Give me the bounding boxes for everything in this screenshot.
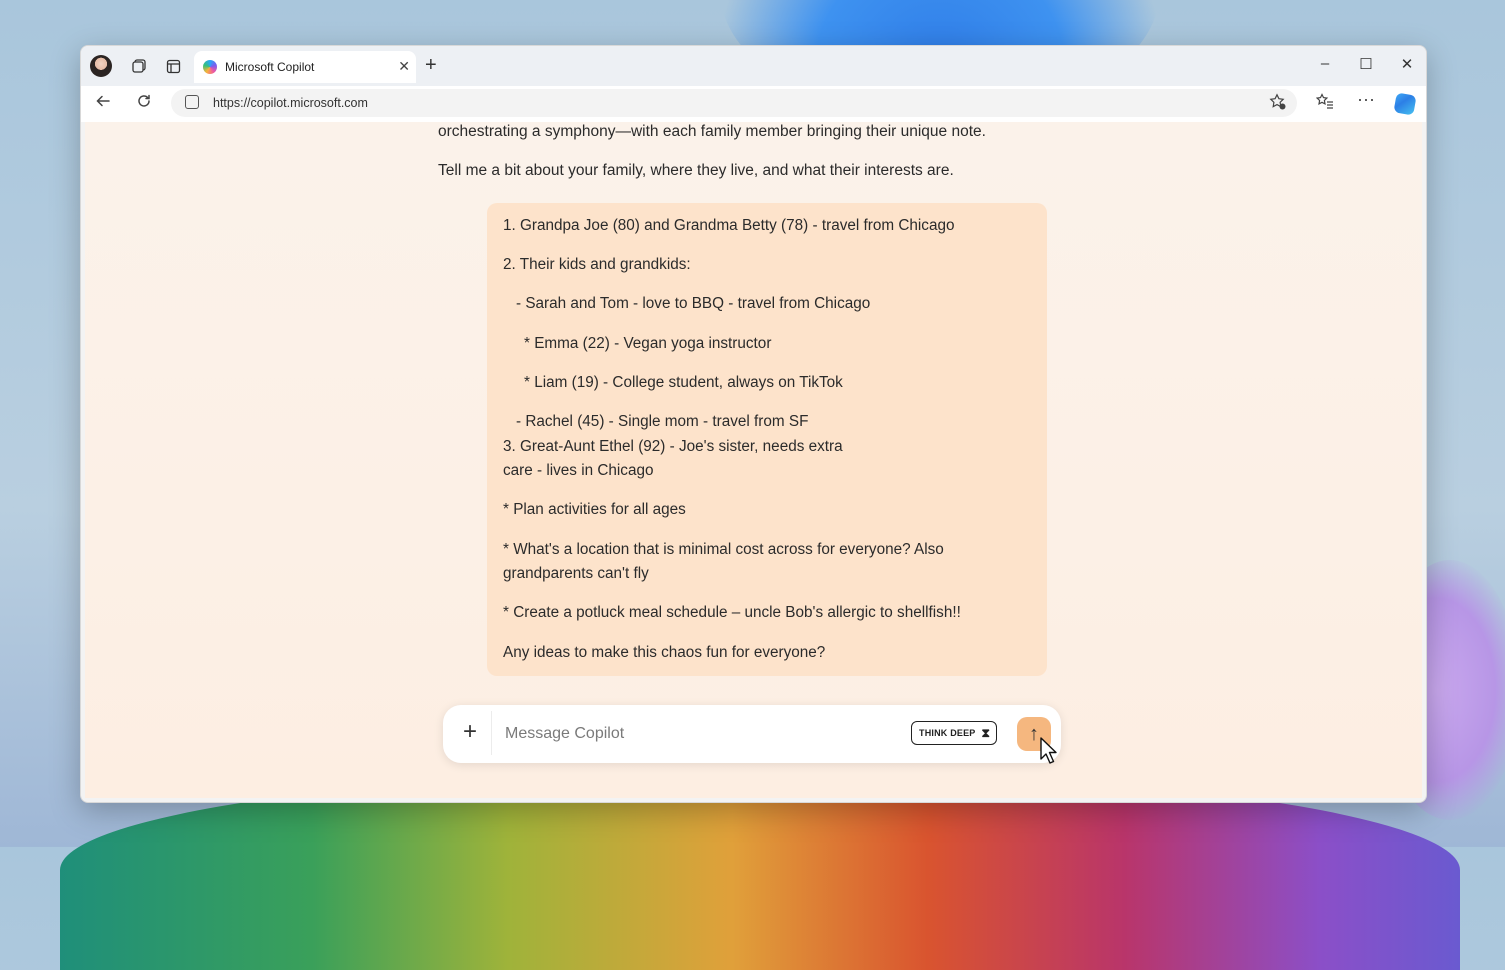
minimize-button[interactable]: – [1314, 55, 1336, 72]
browser-window: Microsoft Copilot ✕ + – ☐ ✕ https://copi… [80, 45, 1427, 803]
tab-actions-icon[interactable] [162, 55, 184, 77]
message-input[interactable] [493, 711, 927, 757]
navigation-bar: https://copilot.microsoft.com ··· [81, 86, 1426, 122]
copilot-icon[interactable] [1393, 92, 1417, 116]
add-attachment-button[interactable]: + [455, 717, 485, 747]
tab-title: Microsoft Copilot [225, 60, 315, 74]
workspaces-icon[interactable] [128, 55, 150, 77]
assistant-text-line-2: Tell me a bit about your family, where t… [438, 162, 954, 179]
message-line: * What's a location that is minimal cost… [503, 541, 944, 558]
address-url[interactable]: https://copilot.microsoft.com [213, 96, 368, 110]
message-line: - Sarah and Tom - love to BBQ - travel f… [516, 295, 871, 312]
assistant-text-line-1: orchestrating a symphony—with each famil… [438, 123, 986, 140]
hourglass-icon: ⧗ [981, 725, 991, 740]
address-bar[interactable]: https://copilot.microsoft.com [171, 89, 1297, 117]
message-line: 2. Their kids and grandkids: [503, 256, 691, 273]
message-line: * Emma (22) - Vegan yoga instructor [524, 335, 772, 352]
copilot-chat-area: orchestrating a symphony—with each famil… [85, 122, 1422, 798]
message-composer: + THINK DEEP ⧗ ↑ [443, 705, 1061, 763]
think-deep-label: THINK DEEP [919, 728, 976, 738]
message-line: * Create a potluck meal schedule – uncle… [503, 604, 961, 621]
close-window-button[interactable]: ✕ [1396, 55, 1418, 73]
new-tab-button[interactable]: + [425, 54, 437, 77]
message-line: * Plan activities for all ages [503, 501, 686, 518]
user-message-bubble: 1. Grandpa Joe (80) and Grandma Betty (7… [487, 203, 1047, 676]
profile-avatar[interactable] [90, 55, 112, 77]
site-info-icon[interactable] [185, 95, 199, 109]
back-icon[interactable] [92, 93, 114, 114]
message-line: grandparents can't fly [503, 565, 649, 582]
refresh-icon[interactable] [133, 93, 155, 114]
favorites-icon[interactable] [1314, 93, 1336, 114]
think-deep-button[interactable]: THINK DEEP ⧗ [911, 721, 998, 745]
message-line: Any ideas to make this chaos fun for eve… [503, 644, 826, 661]
copilot-favicon-icon [203, 60, 217, 74]
tab-microsoft-copilot[interactable]: Microsoft Copilot ✕ [194, 51, 416, 83]
tab-bar: Microsoft Copilot ✕ + – ☐ ✕ [81, 46, 1426, 86]
maximize-button[interactable]: ☐ [1355, 55, 1377, 73]
message-line: care - lives in Chicago [503, 462, 654, 479]
more-icon[interactable]: ··· [1355, 89, 1377, 110]
favorite-add-icon[interactable] [1269, 93, 1287, 116]
tab-close-icon[interactable]: ✕ [398, 58, 410, 75]
message-line: 3. Great-Aunt Ethel (92) - Joe's sister,… [503, 438, 843, 455]
message-line: * Liam (19) - College student, always on… [524, 374, 843, 391]
composer-divider [491, 711, 492, 755]
message-line: - Rachel (45) - Single mom - travel from… [516, 413, 809, 430]
message-line: 1. Grandpa Joe (80) and Grandma Betty (7… [503, 217, 955, 234]
